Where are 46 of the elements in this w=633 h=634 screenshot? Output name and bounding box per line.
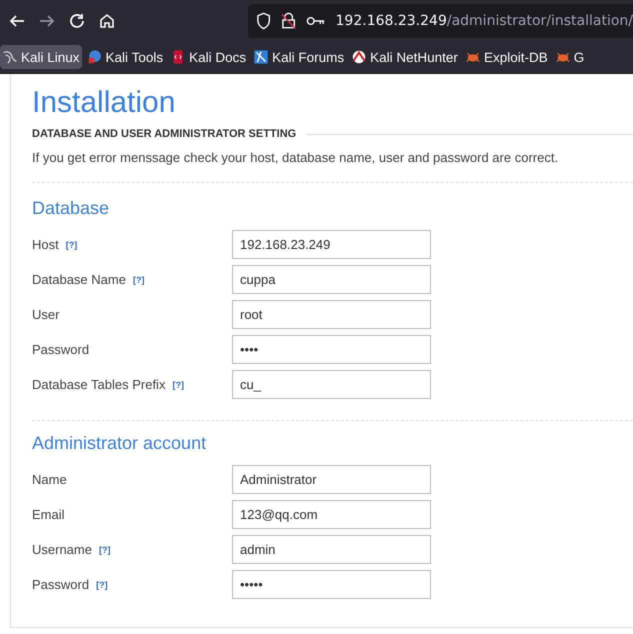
reload-icon[interactable] (68, 12, 86, 30)
bookmark[interactable]: Kali Linux (0, 45, 82, 69)
field-label: Email (32, 507, 65, 522)
input-field[interactable]: root (232, 300, 431, 329)
help-link[interactable]: [?] (132, 274, 144, 284)
page-title: Installation (32, 86, 176, 120)
help-link[interactable]: [?] (96, 580, 108, 590)
address-bar[interactable]: 192.168.23.249/administrator/installation/ (248, 4, 633, 38)
field-label: Password (32, 342, 90, 357)
field-label: User (32, 307, 60, 322)
help-link[interactable]: [?] (98, 544, 110, 554)
shield-icon (256, 12, 272, 30)
bookmark[interactable]: G (552, 45, 586, 69)
input-field[interactable]: admin (232, 535, 431, 564)
bookmark[interactable]: Kali Tools (84, 45, 166, 69)
field-label: Database Tables Prefix (32, 377, 166, 392)
tools-globe-icon (86, 49, 103, 65)
help-link[interactable]: [?] (66, 240, 78, 250)
forum-icon (253, 49, 270, 65)
section-title: Database (32, 198, 110, 219)
bookmark[interactable]: Kali NetHunter (349, 45, 460, 69)
url-text: 192.168.23.249/administrator/installation/ (336, 12, 633, 28)
field-label: Password (32, 577, 90, 592)
field-label: Username (32, 542, 92, 557)
input-field[interactable]: 192.168.23.249 (232, 230, 431, 259)
input-field[interactable]: cuppa (232, 265, 431, 294)
bookmark[interactable]: Exploit-DB (462, 45, 550, 69)
input-field[interactable]: •••• (232, 335, 431, 364)
input-field[interactable]: Administrator (232, 465, 431, 494)
input-field[interactable]: ••••• (232, 570, 431, 599)
hunter-icon (351, 49, 368, 65)
section-title: Administrator account (32, 433, 208, 454)
input-field[interactable]: cu_ (232, 370, 431, 399)
bookmark[interactable]: Kali Forums (251, 45, 346, 69)
home-icon[interactable] (98, 12, 116, 30)
dragon-icon (2, 49, 18, 65)
key-icon (306, 14, 326, 26)
section-heading: DATABASE AND USER ADMINISTRATOR SETTING (32, 128, 296, 140)
input-field[interactable]: 123@qq.com (232, 500, 431, 529)
field-label: Name (32, 472, 67, 487)
info-text: If you get error menssage check your host, database name, user and password are correct. (32, 150, 560, 165)
help-link[interactable]: [?] (172, 380, 184, 390)
field-label: Database Name (32, 272, 126, 287)
insecure-lock-icon (281, 12, 296, 30)
bookmark[interactable]: Kali Docs (168, 45, 248, 69)
field-label: Host (32, 237, 59, 252)
